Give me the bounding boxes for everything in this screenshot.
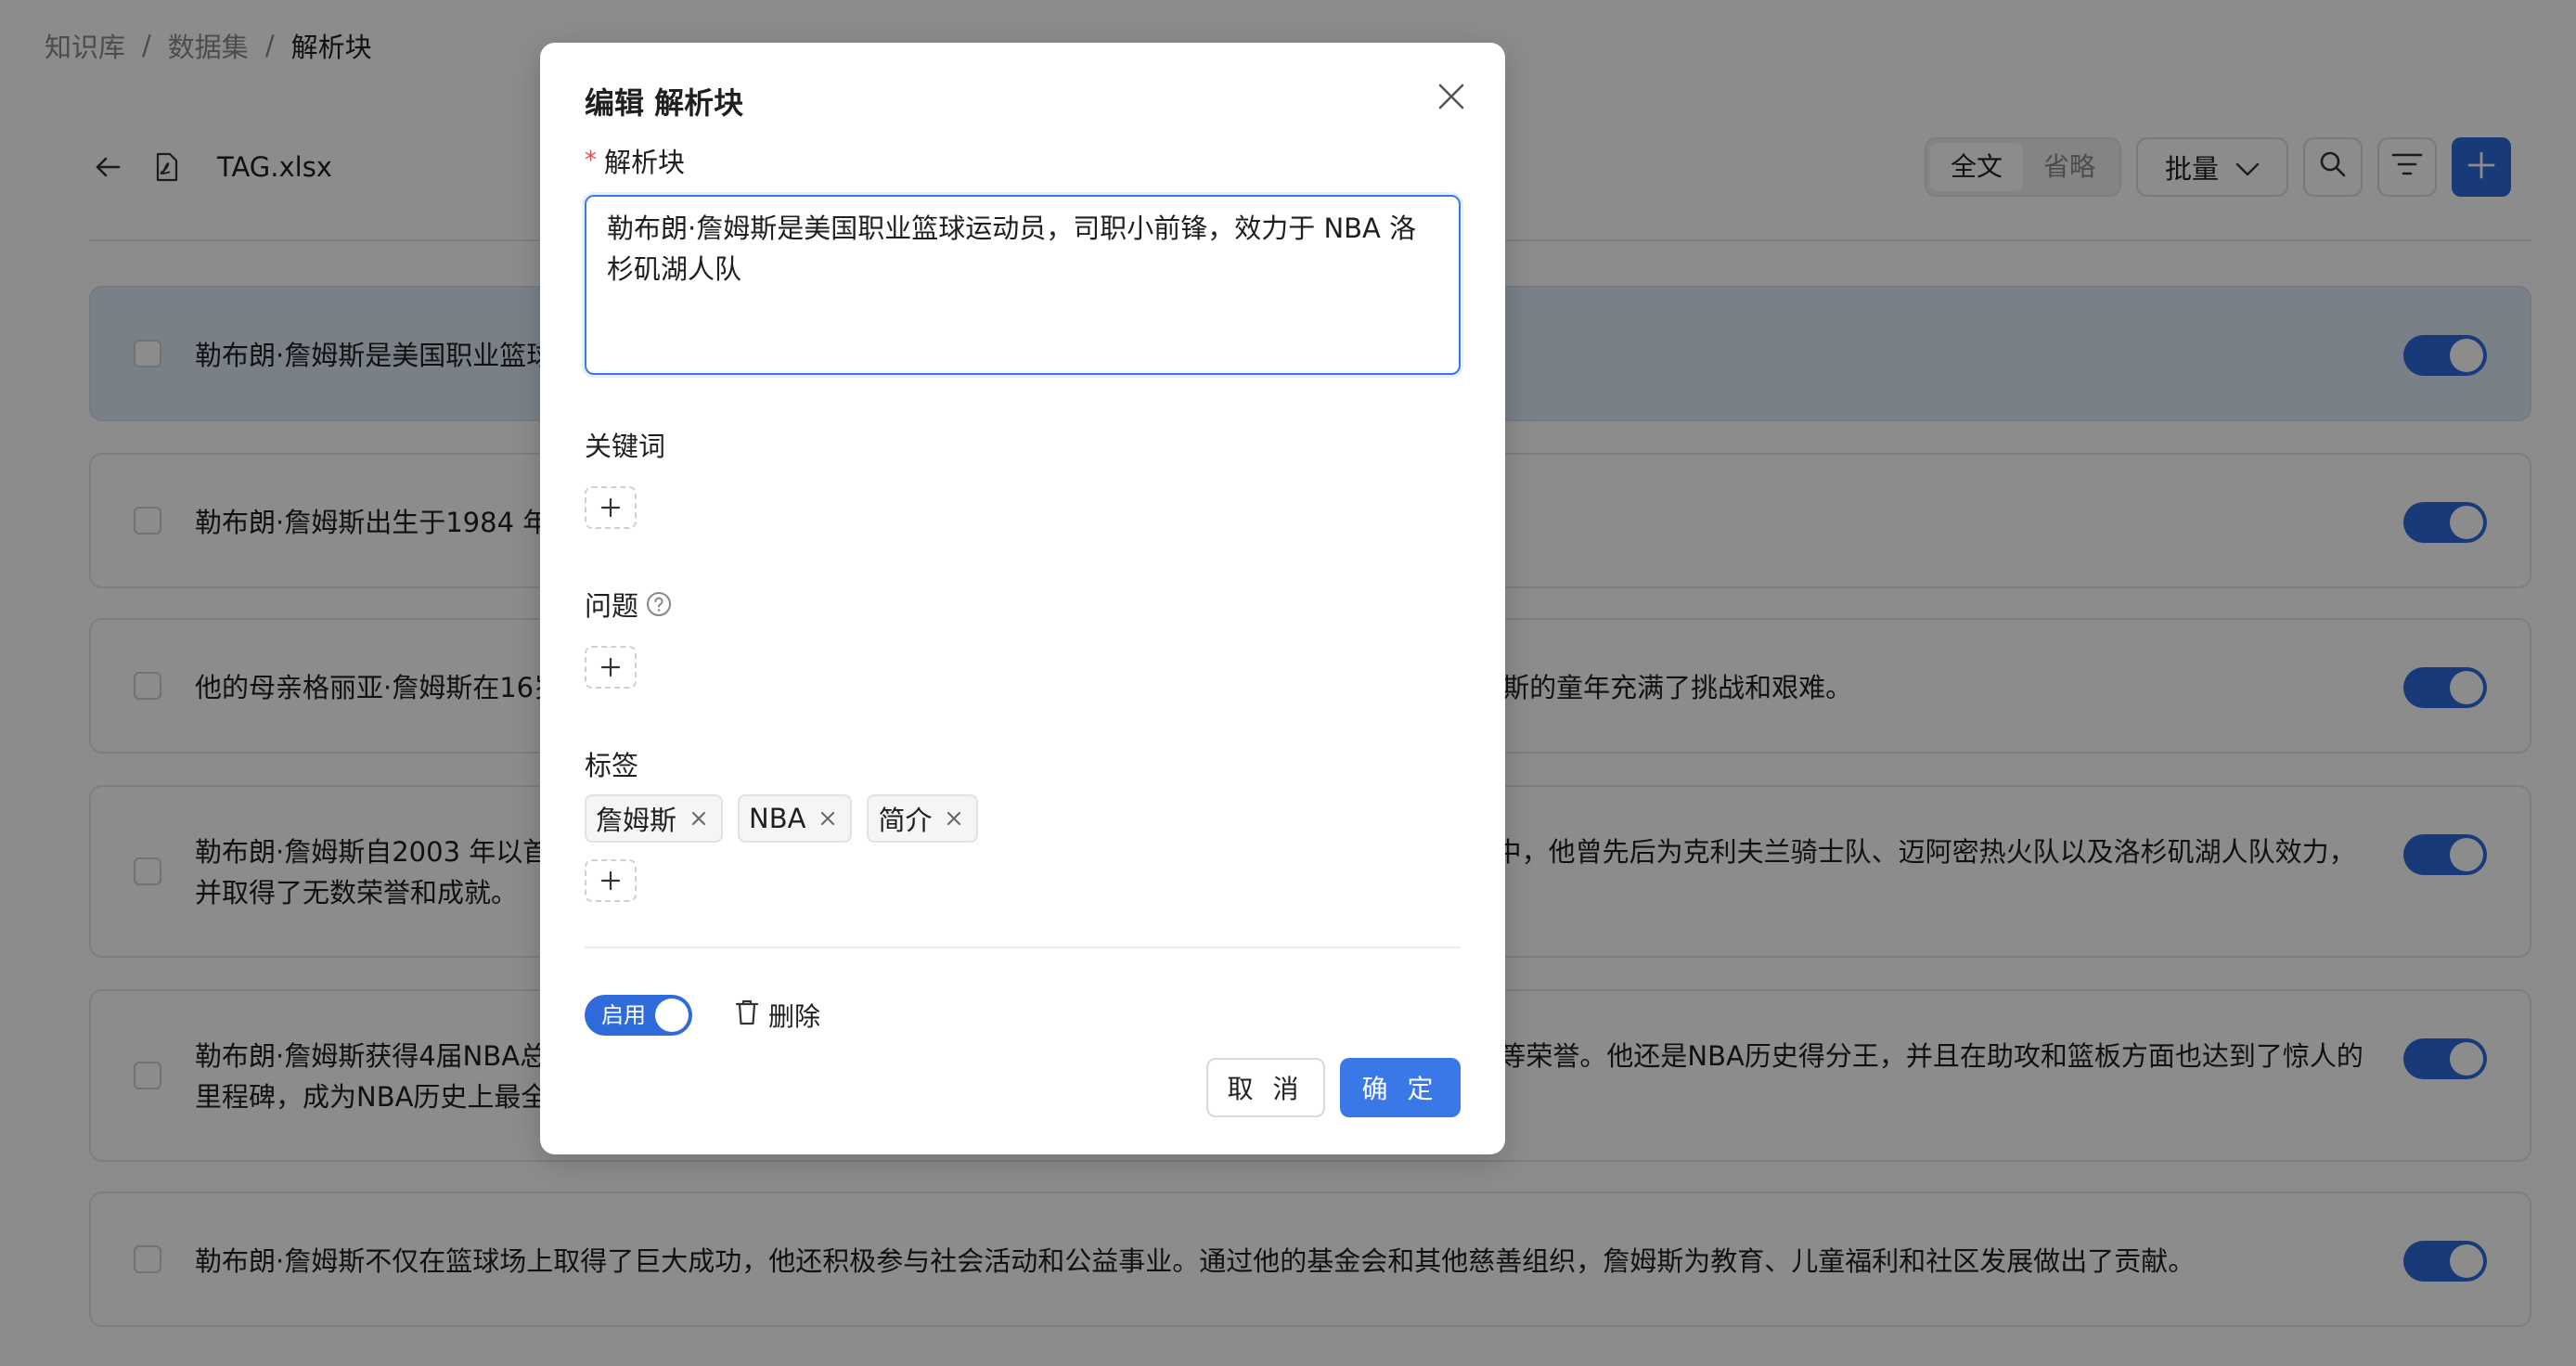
required-mark: * (585, 147, 597, 174)
chunk-label-text: 解析块 (604, 147, 686, 178)
tag-item: 简介 (867, 794, 979, 843)
add-tag-button[interactable] (585, 859, 637, 902)
cancel-button[interactable]: 取 消 (1206, 1058, 1325, 1117)
modal-divider (585, 947, 1461, 948)
trash-icon (735, 999, 759, 1033)
tag-remove-icon[interactable] (945, 809, 963, 828)
close-icon[interactable] (1433, 78, 1470, 115)
tag-remove-icon[interactable] (818, 809, 837, 828)
questions-label: 问题 (585, 590, 639, 622)
tag-label: NBA (749, 803, 806, 834)
enable-switch-label: 启用 (601, 1002, 646, 1028)
question-help-icon[interactable] (646, 591, 672, 617)
enable-switch[interactable]: 启用 (585, 995, 692, 1036)
tag-remove-icon[interactable] (689, 809, 708, 828)
modal-title: 编辑 解析块 (585, 85, 744, 121)
chunk-field-label: * 解析块 (585, 141, 685, 180)
add-question-button[interactable] (585, 646, 637, 689)
questions-field-label: 问题 (585, 585, 672, 624)
plus-icon (600, 870, 621, 891)
plus-icon (600, 497, 621, 518)
tags-label: 标签 (585, 750, 639, 781)
plus-icon (600, 657, 621, 677)
keywords-label: 关键词 (585, 431, 666, 462)
tag-label: 詹姆斯 (596, 805, 677, 836)
edit-chunk-modal: 编辑 解析块 * 解析块 勒布朗·詹姆斯是美国职业篮球运动员，司职小前锋，效力于… (540, 43, 1505, 1154)
tag-item: 詹姆斯 (585, 794, 724, 843)
delete-label: 删除 (768, 1001, 821, 1032)
delete-button[interactable]: 删除 (735, 995, 820, 1036)
chunk-textarea[interactable]: 勒布朗·詹姆斯是美国职业篮球运动员，司职小前锋，效力于 NBA 洛杉矶湖人队 (585, 195, 1461, 375)
tag-item: NBA (738, 794, 853, 843)
add-keyword-button[interactable] (585, 486, 637, 529)
tag-list: 詹姆斯 NBA 简介 (585, 794, 979, 843)
confirm-button[interactable]: 确 定 (1340, 1058, 1461, 1117)
tag-label: 简介 (878, 805, 933, 836)
